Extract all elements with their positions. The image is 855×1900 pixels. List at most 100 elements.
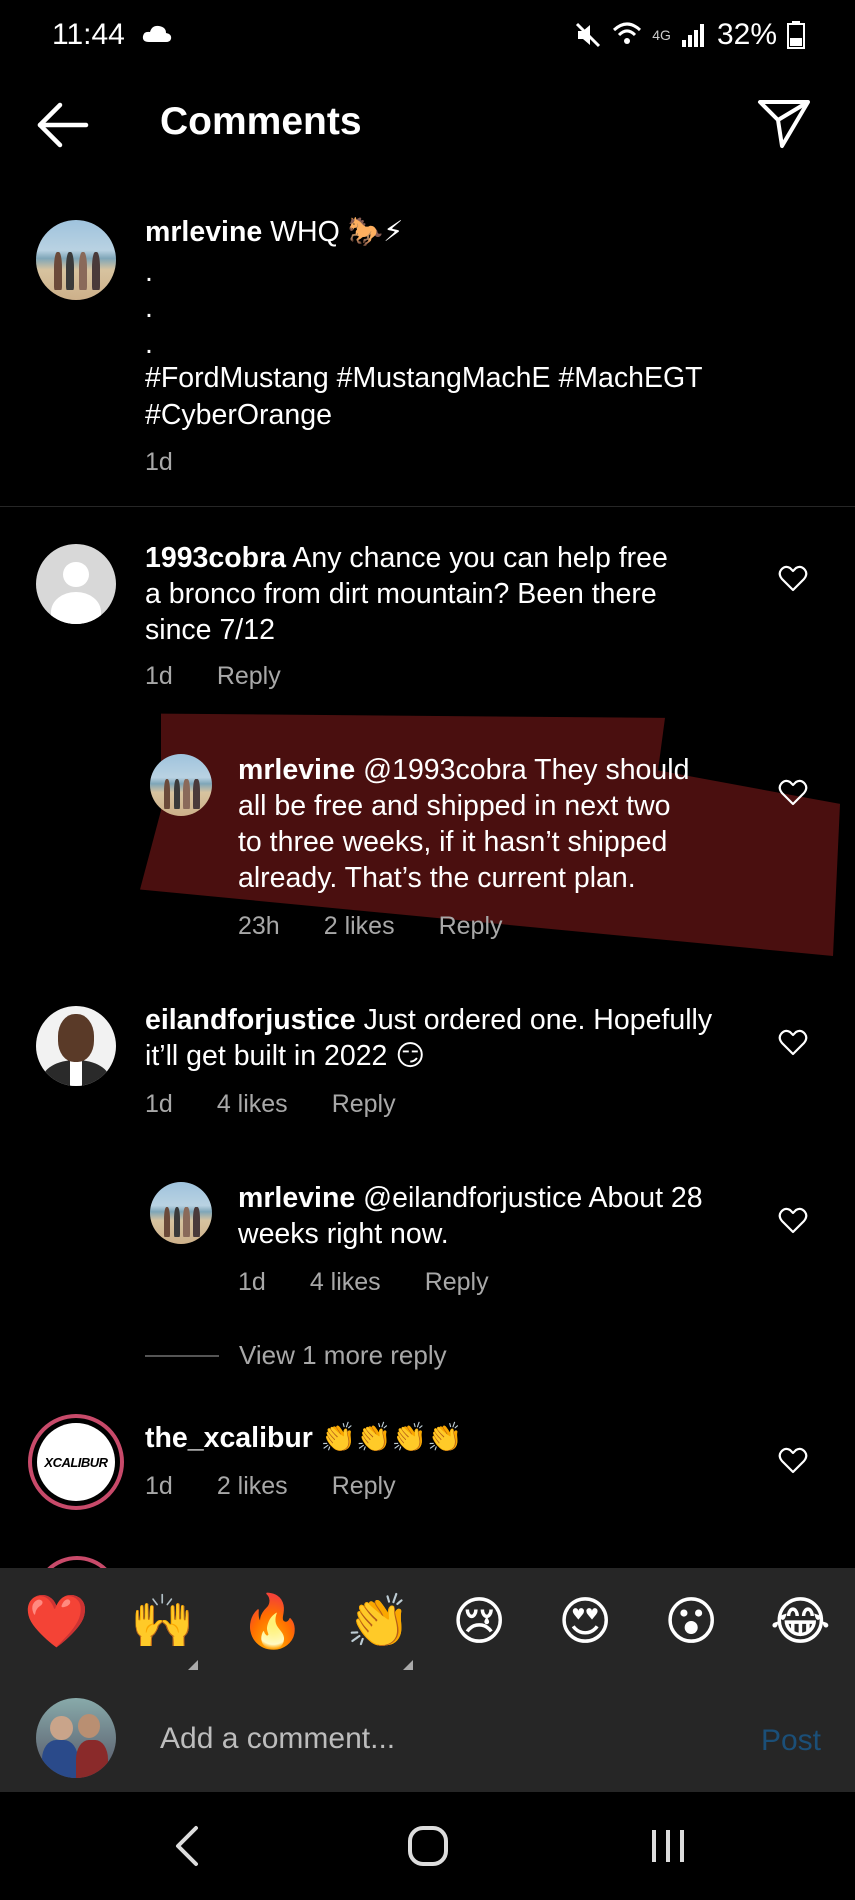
- comment-body: @eilandforjustice About 28: [363, 1182, 703, 1214]
- comment-body: a bronco from dirt mountain? Been there: [145, 578, 657, 610]
- emoji-variant-indicator: [403, 1660, 413, 1670]
- view-more-label: View 1 more reply: [239, 1340, 447, 1370]
- comment-body: Any chance you can help free: [292, 542, 668, 574]
- wifi-icon: [613, 22, 642, 44]
- caption-hashtags[interactable]: #FordMustang #MustangMachE #MachEGT: [145, 360, 703, 396]
- comment-text: eilandforjustice Just ordered one. Hopef…: [145, 1002, 755, 1038]
- emoji-laughing[interactable]: 😂: [770, 1592, 831, 1652]
- status-right: 4G 32%: [574, 18, 805, 52]
- comment-body: @1993cobra They should: [363, 754, 690, 786]
- caption-username[interactable]: mrlevine: [145, 216, 262, 248]
- battery-percent: 32%: [716, 18, 777, 51]
- comment-text: mrlevine @eilandforjustice About 28: [238, 1180, 758, 1216]
- comment-username[interactable]: mrlevine: [238, 1182, 355, 1214]
- comment-meta: 23h 2 likes Reply: [238, 912, 503, 941]
- avatar[interactable]: [36, 1006, 116, 1086]
- heart-icon[interactable]: [778, 1028, 808, 1058]
- reply-button[interactable]: Reply: [439, 912, 503, 941]
- avatar[interactable]: [150, 1182, 212, 1244]
- comment-body: it’ll get built in 2022 😏: [145, 1040, 426, 1072]
- emoji-raised-hands[interactable]: 🙌: [130, 1592, 195, 1652]
- comment-input-bar: Add a comment... Post: [0, 1686, 855, 1792]
- comment-username[interactable]: 1993cobra: [145, 542, 286, 574]
- comment-username[interactable]: eilandforjustice: [145, 1004, 356, 1036]
- reply-button[interactable]: Reply: [332, 1472, 396, 1501]
- send-icon[interactable]: [756, 94, 812, 150]
- caption-dot: .: [145, 328, 153, 360]
- comment-meta: 1d 2 likes Reply: [145, 1472, 396, 1501]
- avatar[interactable]: [36, 544, 116, 624]
- view-more-line: [145, 1354, 219, 1357]
- comment-time: 1d: [145, 1090, 173, 1118]
- heart-icon[interactable]: [778, 1206, 808, 1236]
- emoji-heart[interactable]: ❤️: [24, 1592, 89, 1652]
- comment-body: weeks right now.: [238, 1218, 449, 1250]
- page-title: Comments: [160, 100, 362, 143]
- heart-icon[interactable]: [778, 1446, 808, 1476]
- comment-username[interactable]: mrlevine: [238, 754, 355, 786]
- comment-time: 1d: [145, 1472, 173, 1500]
- mute-icon: [576, 22, 601, 48]
- emoji-reaction-bar: ❤️ 🙌 🔥 👏 😢 😍 😮 😂: [0, 1568, 855, 1686]
- emoji-fire[interactable]: 🔥: [240, 1592, 305, 1652]
- comment-body: already. That’s the current plan.: [238, 862, 636, 894]
- likes-count[interactable]: 4 likes: [217, 1090, 288, 1119]
- comment-text: mrlevine @1993cobra They should: [238, 752, 758, 788]
- caption-divider: [0, 506, 855, 507]
- cloud-icon: [142, 25, 172, 42]
- header: Comments: [0, 80, 855, 170]
- nav-back-icon[interactable]: [172, 1824, 202, 1868]
- caption-time: 1d: [145, 448, 173, 476]
- reply-button[interactable]: Reply: [217, 662, 281, 691]
- comment-meta: 1d 4 likes Reply: [238, 1268, 489, 1297]
- comment-username[interactable]: the_xcalibur: [145, 1422, 313, 1454]
- view-more-replies[interactable]: View 1 more reply: [145, 1340, 447, 1371]
- caption-dot: .: [145, 292, 153, 324]
- caption-text: mrlevine WHQ 🐎⚡: [145, 214, 795, 250]
- likes-count[interactable]: 2 likes: [217, 1472, 288, 1501]
- avatar[interactable]: [150, 754, 212, 816]
- reply-button[interactable]: Reply: [332, 1090, 396, 1119]
- avatar[interactable]: [36, 220, 116, 300]
- emoji-crying[interactable]: 😢: [452, 1592, 506, 1652]
- comment-text: 1993cobra Any chance you can help free: [145, 540, 735, 576]
- emoji-clap[interactable]: 👏: [346, 1592, 411, 1652]
- comment-body: to three weeks, if it hasn’t shipped: [238, 826, 668, 858]
- emoji-heart-eyes[interactable]: 😍: [558, 1592, 612, 1652]
- likes-count[interactable]: 4 likes: [310, 1268, 381, 1297]
- comment-time: 23h: [238, 912, 280, 940]
- emoji-variant-indicator: [188, 1660, 198, 1670]
- system-nav-bar: [0, 1792, 855, 1900]
- caption-hashtags[interactable]: #CyberOrange: [145, 397, 332, 433]
- caption-body: WHQ 🐎⚡: [270, 216, 404, 248]
- emoji-surprised[interactable]: 😮: [664, 1592, 718, 1652]
- comment-input[interactable]: Add a comment...: [160, 1722, 395, 1756]
- my-avatar: [36, 1698, 116, 1778]
- nav-home-icon[interactable]: [406, 1824, 450, 1868]
- heart-icon[interactable]: [778, 778, 808, 808]
- comment-body: 👏👏👏👏: [320, 1422, 463, 1454]
- status-bar: 11:44 4G 32%: [0, 0, 855, 75]
- comment-meta: 1d 4 likes Reply: [145, 1090, 396, 1119]
- comment-time: 1d: [145, 662, 173, 690]
- back-arrow-icon[interactable]: [34, 100, 90, 150]
- status-time: 11:44: [52, 18, 125, 51]
- comment-body: since 7/12: [145, 614, 275, 646]
- comment-body: all be free and shipped in next two: [238, 790, 671, 822]
- network-type: 4G: [652, 27, 671, 43]
- comment-time: 1d: [238, 1268, 266, 1296]
- avatar-logo: XCALIBUR: [44, 1454, 108, 1470]
- comment-body: Just ordered one. Hopefully: [363, 1004, 713, 1036]
- heart-icon[interactable]: [778, 564, 808, 594]
- caption-meta: 1d: [145, 448, 173, 477]
- comment-meta: 1d Reply: [145, 662, 281, 691]
- comment-text: the_xcalibur 👏👏👏👏: [145, 1420, 745, 1456]
- avatar[interactable]: XCALIBUR: [28, 1414, 124, 1510]
- reply-button[interactable]: Reply: [425, 1268, 489, 1297]
- post-button[interactable]: Post: [761, 1724, 821, 1758]
- signal-icon: [681, 24, 704, 47]
- battery-icon: [787, 21, 805, 49]
- caption-dot: .: [145, 256, 153, 288]
- nav-recents-icon[interactable]: [648, 1826, 688, 1866]
- likes-count[interactable]: 2 likes: [324, 912, 395, 941]
